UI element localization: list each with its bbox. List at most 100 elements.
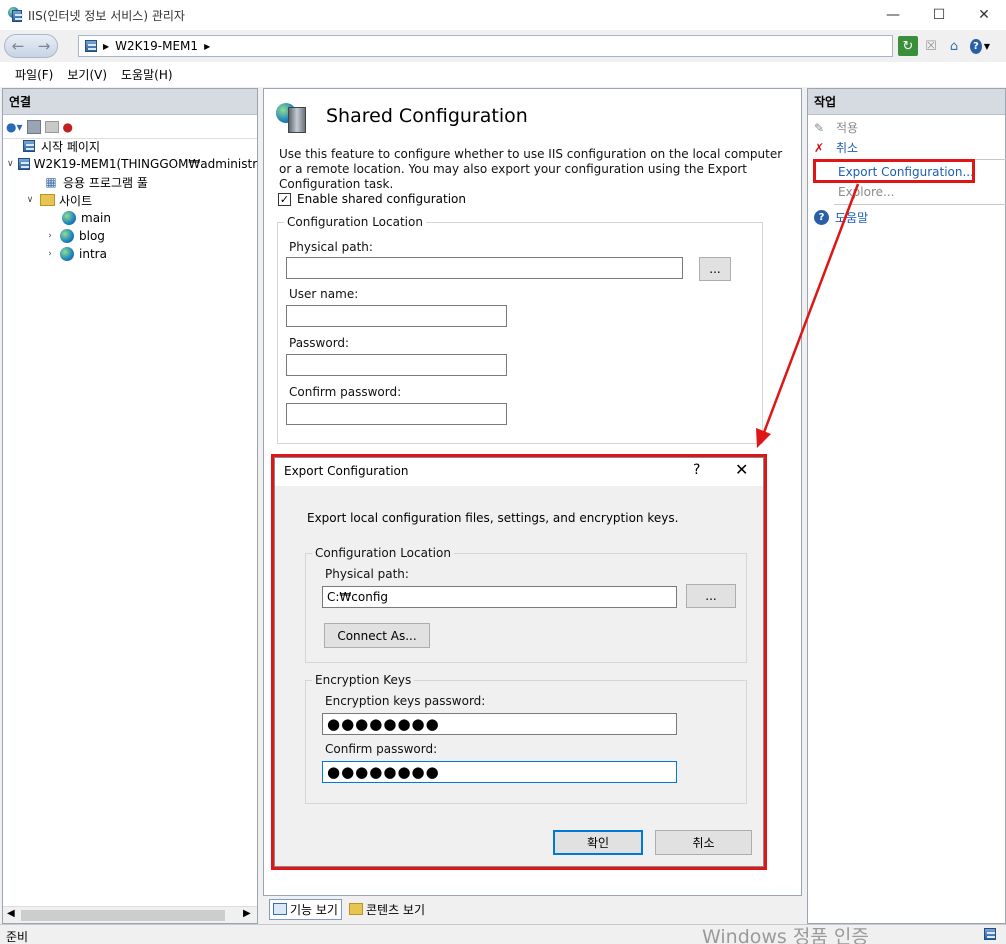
group-label: Configuration Location [284,215,426,229]
back-arrow-icon[interactable]: ← [12,37,25,55]
action-help[interactable]: ? 도움말 [814,209,868,226]
menu-view[interactable]: 보기(V) [60,66,114,83]
scroll-left-icon[interactable]: ◀ [7,908,15,919]
physical-path-input[interactable] [286,257,683,279]
tree-item-site[interactable]: › blog [45,227,105,245]
action-label: Explore... [838,185,895,199]
breadcrumb-chevron-icon[interactable]: ▶ [204,42,210,51]
enable-shared-config-checkbox[interactable]: ✓ Enable shared configuration [278,192,466,206]
breadcrumb-server[interactable]: W2K19-MEM1 [115,39,198,53]
folder-icon [39,192,55,208]
menu-bar: 파일(F) 보기(V) 도움말(H) [0,62,1006,87]
user-name-input[interactable] [286,305,507,327]
action-label: 도움말 [835,211,869,225]
close-icon: ✕ [978,7,990,23]
navigation-buttons[interactable]: ← → [4,34,58,58]
disconnect-icon[interactable]: ● [63,120,73,134]
action-explore[interactable]: Explore... [838,185,894,199]
window-title: IIS(인터넷 정보 서비스) 관리자 [28,9,185,23]
title-bar: IIS(인터넷 정보 서비스) 관리자 — ☐ ✕ [0,0,1006,30]
scrollbar-thumb[interactable] [21,910,225,921]
connect-icon[interactable]: ●▾ [6,120,23,134]
globe-icon [59,246,75,262]
tree-item-sites[interactable]: ∨ 사이트 [25,191,92,209]
page-title: Shared Configuration [326,105,528,127]
globe-icon [61,210,77,226]
chevron-right-icon[interactable]: › [45,231,55,241]
confirm-password-label: Confirm password: [289,385,402,399]
content-view-icon [348,903,363,915]
apply-icon: ✎ [814,120,825,135]
configuration-location-group: Configuration Location Physical path: ..… [277,215,763,444]
tree-item-label: 시작 페이지 [41,139,101,154]
tree-item-label: W2K19-MEM1(THINGGOM₩administrator) [33,157,258,171]
help-icon: ? [814,210,829,225]
tree-item-app-pools[interactable]: ▦ 응용 프로그램 풀 [43,173,148,191]
activation-watermark: Windows 정품 인증 [702,926,869,944]
save-icon[interactable] [26,119,41,134]
up-folder-icon[interactable] [44,120,59,133]
dropdown-arrow-icon: ▼ [983,41,990,51]
tree-item-site[interactable]: main [61,209,111,227]
tree-item-label: 응용 프로그램 풀 [63,175,148,190]
export-configuration-highlight [813,159,975,183]
tree-item-label: intra [79,247,107,261]
connections-panel: 연결 ●▾ ● 시작 페이지 ∨ W2K19-MEM1(THINGGOM₩adm… [2,88,258,924]
cancel-icon: ✗ [814,140,825,155]
action-apply[interactable]: ✎ 적용 [814,119,858,136]
tab-label: 기능 보기 [290,902,338,917]
tree-item-server[interactable]: ∨ W2K19-MEM1(THINGGOM₩administrator) [7,155,258,173]
tree-item-label: 사이트 [59,193,93,208]
iis-app-icon [8,7,23,22]
tree-item-site[interactable]: › intra [45,245,107,263]
password-label: Password: [289,336,350,350]
minimize-button[interactable]: — [870,0,916,30]
refresh-icon[interactable]: ↻ [898,36,918,56]
breadcrumb[interactable]: ▶ W2K19-MEM1 ▶ [78,35,893,57]
checkbox-checked-icon[interactable]: ✓ [278,192,291,206]
user-name-label: User name: [289,287,359,301]
server-icon [17,156,30,172]
help-icon: ? [970,38,982,54]
tree-item-label: blog [79,229,105,243]
dialog-highlight [271,454,767,870]
globe-icon [59,228,75,244]
feature-description: Use this feature to configure whether to… [279,147,783,191]
server-icon [85,40,97,52]
enable-shared-config-label: Enable shared configuration [297,192,466,206]
connections-header: 연결 [3,89,257,115]
view-tabs: 기능 보기 콘텐츠 보기 [263,897,802,921]
breadcrumb-separator-icon: ▶ [103,41,110,51]
chevron-right-icon[interactable]: › [45,249,55,259]
tab-features-view[interactable]: 기능 보기 [269,898,342,920]
scroll-right-icon[interactable]: ▶ [243,908,251,919]
browse-button[interactable]: ... [699,257,731,281]
close-window-button[interactable]: ✕ [961,0,1006,30]
actions-header: 작업 [808,89,1005,115]
action-label: 적용 [836,121,859,135]
help-dropdown[interactable]: ? ▼ [970,36,990,56]
physical-path-label: Physical path: [289,240,373,254]
password-input[interactable] [286,354,507,376]
actions-divider [834,204,1006,205]
start-page-icon [21,138,37,154]
features-view-icon [273,903,287,915]
status-text: 준비 [6,930,29,944]
chevron-down-icon[interactable]: ∨ [25,195,35,205]
confirm-password-input[interactable] [286,403,507,425]
maximize-button[interactable]: ☐ [916,0,962,30]
menu-help[interactable]: 도움말(H) [114,66,180,83]
stop-icon[interactable]: ☒ [921,36,941,56]
tree-item-start-page[interactable]: 시작 페이지 [21,137,100,155]
address-bar: ← → ▶ W2K19-MEM1 ▶ ↻ ☒ ⌂ ? ▼ [0,30,1006,62]
home-icon[interactable]: ⌂ [944,36,964,56]
tab-label: 콘텐츠 보기 [365,902,425,917]
action-cancel[interactable]: ✗ 취소 [814,139,858,156]
actions-panel: 작업 ✎ 적용 ✗ 취소 Export Configuration... Exp… [807,88,1006,924]
minimize-icon: — [886,7,900,23]
menu-file[interactable]: 파일(F) [8,66,60,83]
forward-arrow-icon[interactable]: → [38,37,51,55]
horizontal-scrollbar[interactable]: ◀ ▶ [3,906,257,923]
chevron-down-icon[interactable]: ∨ [7,159,14,169]
tab-content-view[interactable]: 콘텐츠 보기 [346,900,428,919]
